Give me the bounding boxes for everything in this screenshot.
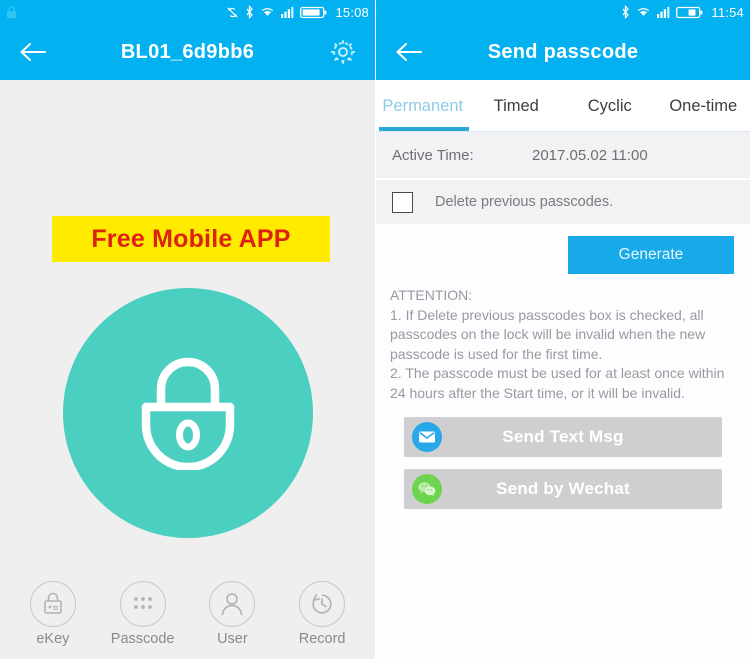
active-tab-underline: [379, 127, 469, 131]
signal-icon: [657, 6, 670, 18]
left-app-bar: BL01_6d9bb6: [0, 24, 375, 80]
tab-permanent[interactable]: Permanent: [376, 80, 470, 132]
dual-phone-screenshot: 15:08 BL01_6d9bb6 Free Mobile APP eKey P…: [0, 0, 750, 659]
signal-icon: [281, 6, 294, 18]
active-time-row[interactable]: Active Time: 2017.05.02 11:00: [376, 132, 750, 180]
sync-off-icon: [226, 6, 239, 19]
banner-text: Free Mobile APP: [91, 224, 291, 253]
nav-item-ekey[interactable]: eKey: [11, 581, 95, 647]
keypad-dots-icon: [119, 581, 166, 627]
lock-notification-icon: [6, 5, 17, 19]
bottom-navigation: eKey Passcode User Record: [0, 575, 375, 659]
delete-previous-label: Delete previous passcodes.: [435, 194, 614, 210]
tab-cyclic[interactable]: Cyclic: [563, 80, 657, 132]
right-status-bar: 11:54: [376, 0, 750, 24]
history-clock-icon: [299, 581, 346, 627]
user-icon: [209, 581, 256, 627]
attention-line-2: 2. The passcode must be used for at leas…: [390, 365, 725, 401]
lock-keypad-icon: [29, 581, 76, 627]
send-text-msg-label: Send Text Msg: [502, 427, 624, 446]
left-status-bar: 15:08: [0, 0, 375, 24]
send-buttons-group: Send Text Msg Send by Wechat: [376, 403, 750, 509]
attention-line-1: 1. If Delete previous passcodes box is c…: [390, 306, 706, 362]
back-arrow-icon[interactable]: [392, 35, 426, 69]
tab-one-time[interactable]: One-time: [657, 80, 750, 132]
generate-button[interactable]: Generate: [568, 236, 734, 274]
back-arrow-icon[interactable]: [16, 35, 50, 69]
delete-previous-row[interactable]: Delete previous passcodes.: [376, 180, 750, 226]
tab-timed[interactable]: Timed: [470, 80, 564, 132]
nav-label: Passcode: [110, 631, 175, 647]
right-content: Permanent Timed Cyclic One-time Active T…: [376, 80, 750, 659]
nav-item-user[interactable]: User: [190, 581, 274, 647]
send-text-msg-button[interactable]: Send Text Msg: [404, 417, 722, 457]
unlock-button[interactable]: [63, 288, 313, 538]
battery-icon: [676, 6, 703, 19]
send-by-wechat-button[interactable]: Send by Wechat: [404, 469, 722, 509]
bluetooth-icon: [621, 4, 630, 20]
nav-item-passcode[interactable]: Passcode: [101, 581, 185, 647]
wifi-icon: [636, 6, 651, 18]
status-bar-indicators: 15:08: [226, 5, 369, 20]
send-by-wechat-label: Send by Wechat: [496, 479, 630, 498]
page-title: Send passcode: [487, 40, 639, 63]
status-bar-indicators-right: 11:54: [621, 5, 744, 20]
right-phone-screen: 11:54 Send passcode Permanent Timed Cycl…: [376, 0, 750, 659]
battery-icon: [300, 6, 327, 19]
left-status-time: 15:08: [335, 4, 369, 20]
attention-block: ATTENTION: 1. If Delete previous passcod…: [376, 284, 750, 403]
free-mobile-app-banner: Free Mobile APP: [52, 216, 330, 262]
wifi-icon: [260, 6, 275, 18]
right-app-bar: Send passcode: [376, 24, 750, 80]
left-content: Free Mobile APP eKey Passcode User Recor…: [0, 80, 375, 659]
nav-label: Record: [298, 631, 346, 647]
status-bar-notifications: [6, 5, 226, 19]
right-status-time: 11:54: [711, 4, 744, 20]
bluetooth-icon: [245, 4, 254, 20]
active-time-value: 2017.05.02 11:00: [532, 146, 648, 164]
active-time-label: Active Time:: [392, 146, 474, 164]
nav-item-record[interactable]: Record: [280, 581, 364, 647]
padlock-icon: [136, 352, 240, 475]
page-title: BL01_6d9bb6: [120, 40, 255, 63]
nav-label: eKey: [36, 631, 70, 647]
generate-row: Generate: [376, 226, 750, 284]
left-phone-screen: 15:08 BL01_6d9bb6 Free Mobile APP eKey P…: [0, 0, 375, 659]
nav-label: User: [217, 631, 248, 647]
passcode-type-tabs: Permanent Timed Cyclic One-time: [376, 80, 750, 132]
attention-heading: ATTENTION:: [390, 287, 473, 303]
gear-icon[interactable]: [327, 36, 359, 68]
delete-previous-checkbox[interactable]: [392, 191, 413, 213]
